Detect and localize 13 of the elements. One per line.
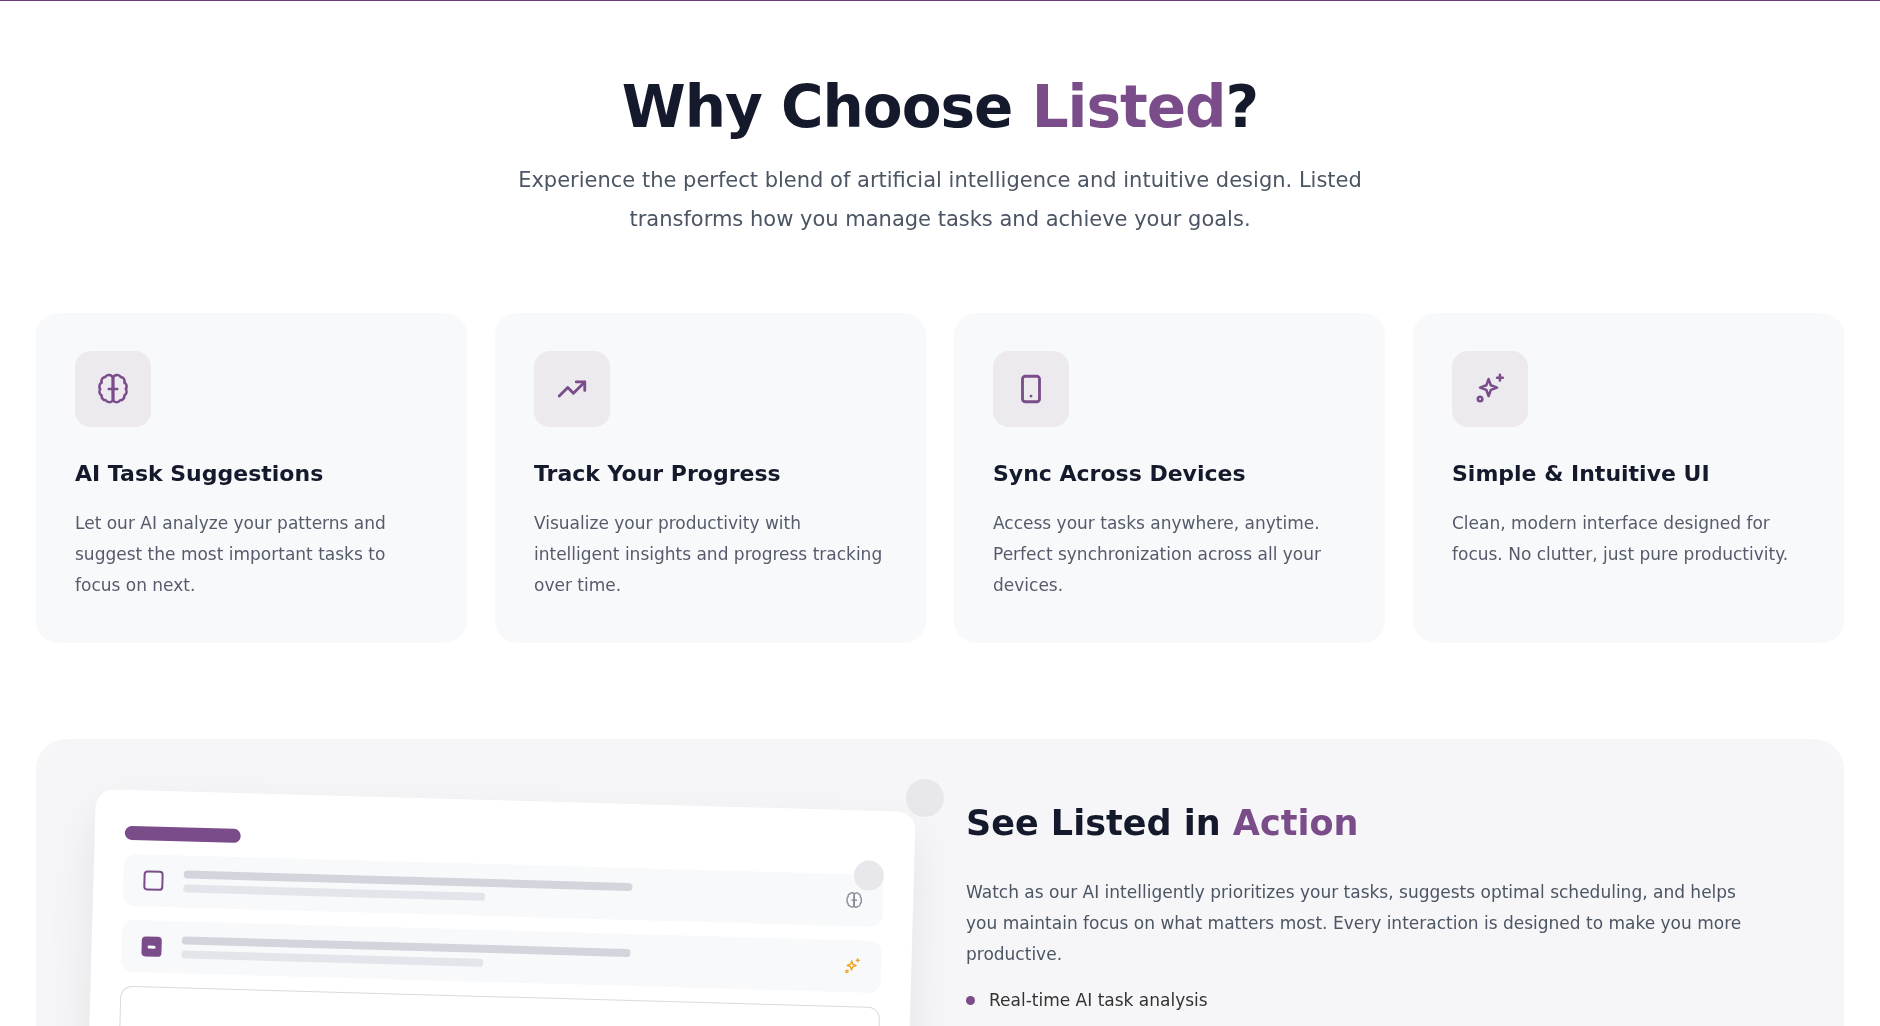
feature-description: Let our AI analyze your patterns and suggest the most important tasks to focus on next. xyxy=(75,512,387,597)
feature-description: Clean, modern interface designed for focus. No clutter, just pure productivity. xyxy=(1452,512,1790,566)
feature-title: Sync Across Devices xyxy=(993,461,1247,486)
feature-title: Simple & Intuitive UI xyxy=(1452,461,1711,486)
section-subtitle: Experience the perfect blend of artificial intelligence and intuitive design. Listed transforms how you manage tasks and achieve your goals. xyxy=(517,167,1363,233)
section-title: Why Choose Listed? xyxy=(620,73,1260,141)
feature-description: Visualize your productivity with intelligent insights and progress tracking over time. xyxy=(534,512,884,597)
feature-description: Access your tasks anywhere, anytime. Perfect synchronization across all your devices. xyxy=(993,512,1322,597)
demo-description: Watch as our AI intelligently prioritizes your tasks, suggests optimal scheduling, and helps you maintain focus on what matters most. Every interaction is designed to make you more productive. xyxy=(966,881,1743,966)
feature-title: Track Your Progress xyxy=(534,461,782,486)
feature-bullet: Real-time AI task analysis xyxy=(989,990,1208,1010)
feature-title: AI Task Suggestions xyxy=(75,461,325,486)
demo-title: See Listed in Action xyxy=(966,803,1360,843)
